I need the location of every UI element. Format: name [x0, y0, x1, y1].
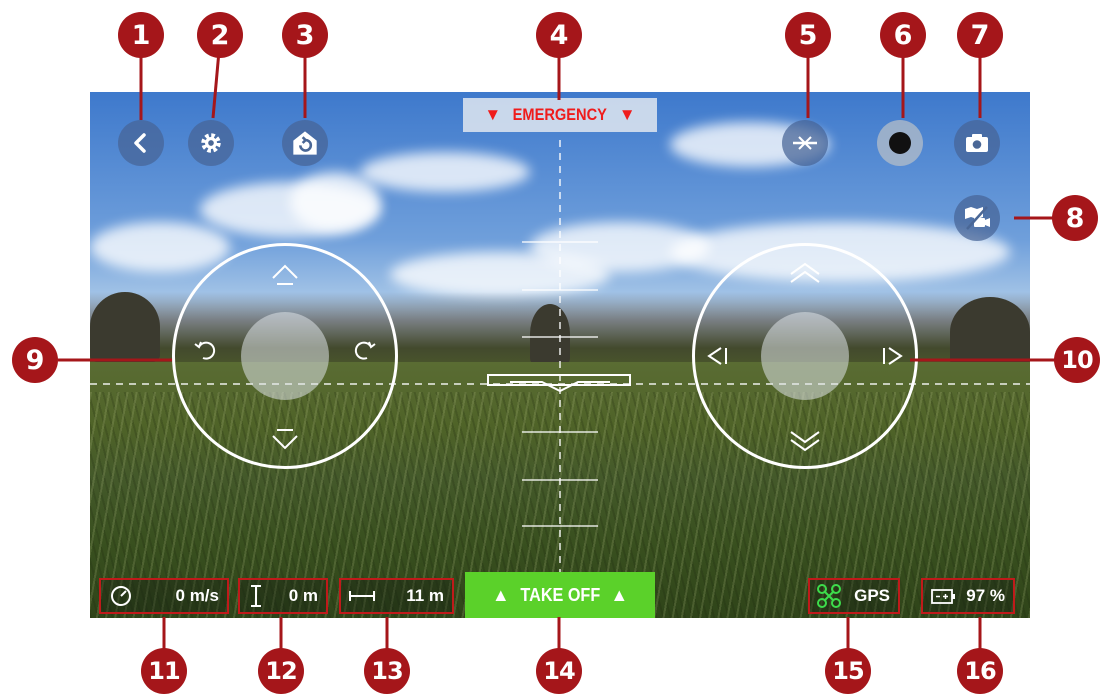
callout-13: 13 [364, 648, 410, 694]
speed-gauge-icon [111, 586, 131, 606]
horizon-toggle-button[interactable] [782, 120, 828, 166]
left-joystick[interactable] [172, 243, 398, 469]
battery-icon [931, 589, 955, 604]
emergency-arrow-right-icon: ▼ [618, 105, 636, 124]
distance-value: 11 m [406, 586, 444, 605]
takeoff-arrow-left-icon: ▲ [491, 584, 510, 605]
drone-gps-icon [817, 584, 841, 608]
speed-indicator: 0 m/s [99, 578, 229, 614]
callout-11: 11 [141, 648, 187, 694]
return-home-button[interactable] [282, 120, 328, 166]
emergency-arrow-left-icon: ▼ [484, 105, 502, 124]
gps-indicator: GPS [808, 578, 900, 614]
callout-3: 3 [282, 12, 328, 58]
record-icon [889, 132, 911, 154]
take-off-label: TAKE OFF [520, 584, 600, 605]
battery-indicator: 97 % [921, 578, 1015, 614]
settings-button[interactable] [188, 120, 234, 166]
gps-label: GPS [854, 586, 890, 605]
callout-15: 15 [825, 648, 871, 694]
distance-icon [349, 591, 375, 601]
altitude-value: 0 m [288, 586, 318, 605]
takeoff-arrow-right-icon: ▲ [610, 584, 629, 605]
callout-4: 4 [536, 12, 582, 58]
callout-8: 8 [1052, 195, 1098, 241]
drone-piloting-screen: ▼ EMERGENCY ▼ 0 m/s 0 m 11 m ▲ TAKE OFF … [90, 92, 1030, 618]
callout-5: 5 [785, 12, 831, 58]
left-joystick-arrows [194, 264, 376, 450]
camera-icon [966, 134, 988, 152]
callout-14: 14 [536, 648, 582, 694]
back-button[interactable] [118, 120, 164, 166]
back-icon [134, 133, 146, 153]
callout-16: 16 [957, 648, 1003, 694]
right-joystick-arrows [707, 262, 903, 452]
callout-1: 1 [118, 12, 164, 58]
altitude-indicator: 0 m [238, 578, 328, 614]
map-camera-toggle-button[interactable] [954, 195, 1000, 241]
map-camera-toggle-icon [965, 206, 990, 230]
record-video-button[interactable] [877, 120, 923, 166]
take-off-button[interactable]: ▲ TAKE OFF ▲ [465, 572, 655, 618]
callout-9: 9 [12, 337, 58, 383]
distance-indicator: 11 m [339, 578, 454, 614]
return-home-icon [293, 131, 317, 155]
emergency-button[interactable]: ▼ EMERGENCY ▼ [463, 98, 657, 132]
gear-icon [201, 133, 221, 153]
callout-2: 2 [197, 12, 243, 58]
horizon-icon [793, 136, 817, 150]
emergency-label: EMERGENCY [512, 105, 608, 124]
altitude-icon [251, 585, 261, 607]
battery-value: 97 % [966, 586, 1005, 605]
take-photo-button[interactable] [954, 120, 1000, 166]
callout-6: 6 [880, 12, 926, 58]
speed-value: 0 m/s [175, 586, 219, 605]
callout-12: 12 [258, 648, 304, 694]
right-joystick[interactable] [692, 243, 918, 469]
callout-7: 7 [957, 12, 1003, 58]
callout-10: 10 [1054, 337, 1100, 383]
